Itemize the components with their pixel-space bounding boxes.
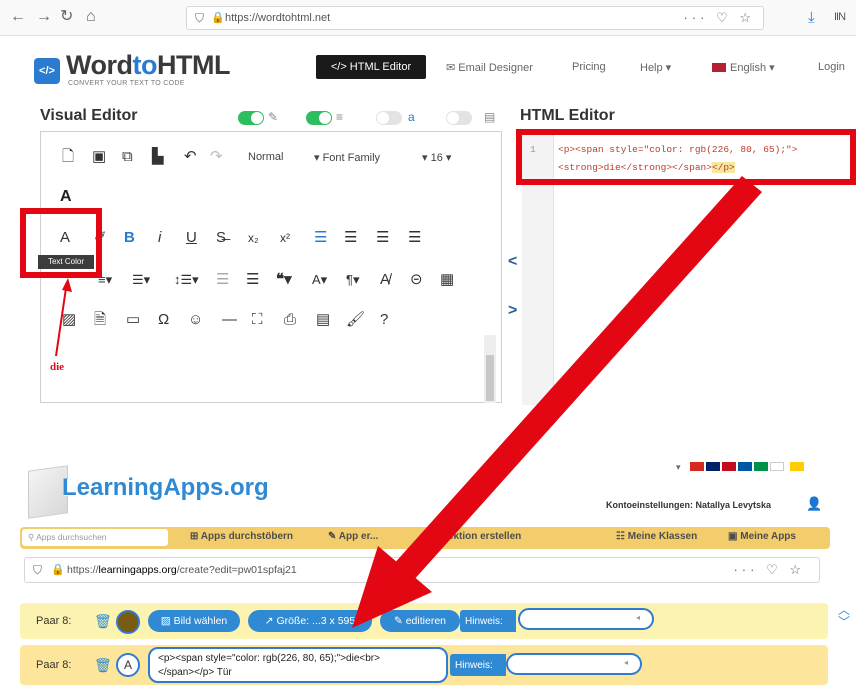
big-arrow-shaft: [392, 176, 762, 582]
small-arrow-line: [55, 287, 67, 357]
small-arrow-head: [62, 278, 72, 292]
hint-label-1-text: Hinweis:: [465, 616, 503, 627]
annotation-arrows: [55, 176, 762, 628]
